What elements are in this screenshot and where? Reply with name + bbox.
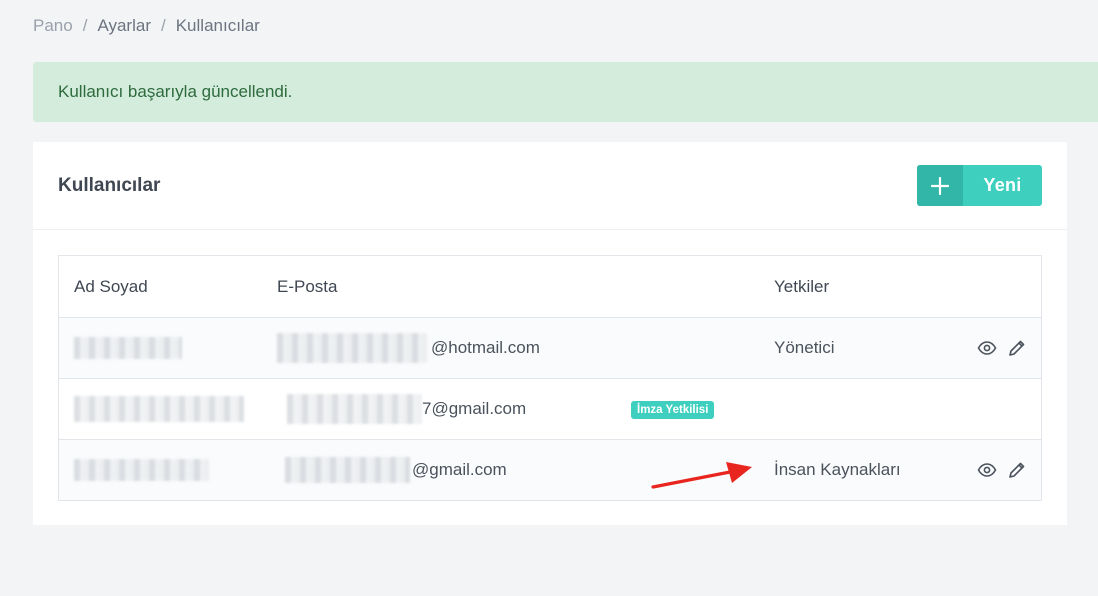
- email-suffix: @hotmail.com: [431, 338, 540, 357]
- column-header-permissions: Yetkiler: [774, 276, 830, 296]
- table-header-row: Ad Soyad E-Posta Yetkiler: [59, 256, 1041, 317]
- pencil-icon[interactable]: [1007, 338, 1027, 358]
- breadcrumb-current: Kullanıcılar: [175, 16, 260, 35]
- signatory-badge: İmza Yetkilisi: [631, 401, 715, 419]
- eye-icon[interactable]: [977, 460, 997, 480]
- users-table: Ad Soyad E-Posta Yetkiler @hotmail.com Y…: [58, 255, 1042, 501]
- user-permission: İnsan Kaynakları: [774, 460, 901, 479]
- new-user-button[interactable]: Yeni: [917, 165, 1042, 206]
- user-permission: Yönetici: [774, 338, 835, 357]
- new-user-button-label: Yeni: [983, 175, 1022, 195]
- success-alert: Kullanıcı başarıyla güncellendi.: [33, 62, 1098, 122]
- card-title: Kullanıcılar: [58, 174, 161, 196]
- alert-message: Kullanıcı başarıyla güncellendi.: [58, 82, 293, 101]
- users-card: Kullanıcılar Yeni Ad Soyad E-Posta Yetki…: [33, 142, 1067, 525]
- table-row: @gmail.com İnsan Kaynakları: [59, 439, 1041, 500]
- redacted-name: [74, 379, 274, 439]
- table-row: 7@gmail.com İmza Yetkilisi: [59, 378, 1041, 439]
- row-actions: [977, 318, 1027, 378]
- eye-icon[interactable]: [977, 338, 997, 358]
- breadcrumb-separator: /: [82, 16, 88, 35]
- breadcrumb-ayarlar[interactable]: Ayarlar: [97, 16, 151, 36]
- email-suffix: @gmail.com: [412, 460, 507, 479]
- annotation-arrow-icon: [651, 462, 752, 489]
- email-suffix: 7@gmail.com: [422, 399, 527, 418]
- column-header-email: E-Posta: [277, 276, 338, 296]
- column-header-name: Ad Soyad: [74, 276, 148, 296]
- card-header: Kullanıcılar: [33, 142, 1067, 230]
- row-actions: [977, 440, 1027, 500]
- pencil-icon[interactable]: [1007, 460, 1027, 480]
- plus-icon: [917, 165, 963, 206]
- breadcrumb: Pano / Ayarlar / Kullanıcılar: [33, 16, 260, 36]
- breadcrumb-separator: /: [160, 16, 166, 35]
- redacted-name: [74, 318, 274, 378]
- breadcrumb-pano[interactable]: Pano: [33, 16, 73, 36]
- user-email: @hotmail.com: [277, 318, 747, 378]
- redacted-name: [74, 440, 274, 500]
- table-row: @hotmail.com Yönetici: [59, 317, 1041, 378]
